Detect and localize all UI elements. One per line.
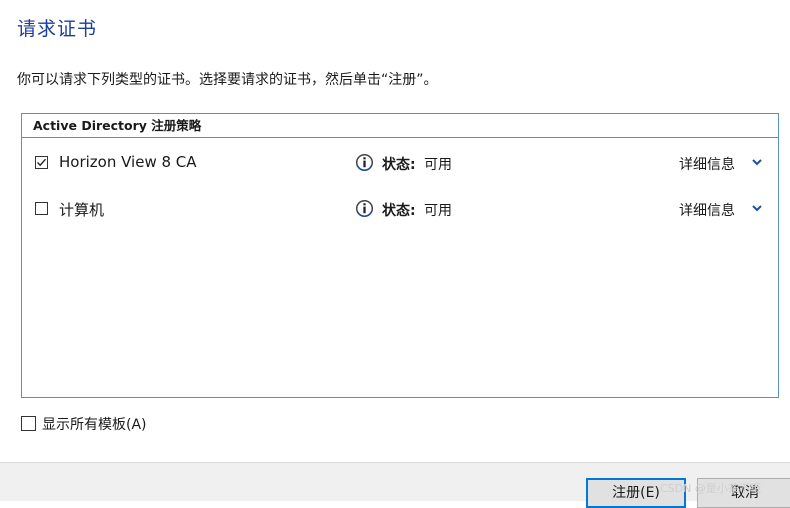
info-icon xyxy=(355,199,374,218)
info-icon xyxy=(355,153,374,172)
show-all-label: 显示所有模板(A) xyxy=(42,417,147,433)
cert-checkbox[interactable] xyxy=(35,156,48,169)
cert-row-horizon: Horizon View 8 CA 状态: 可用 详细信息 xyxy=(22,152,778,176)
details-link[interactable]: 详细信息 xyxy=(679,154,735,174)
cert-name: Horizon View 8 CA xyxy=(59,153,197,171)
checkmark-icon xyxy=(37,158,47,167)
enroll-button[interactable]: 注册(E) xyxy=(586,478,686,508)
cert-row-computer: 计算机 状态: 可用 详细信息 xyxy=(22,198,778,222)
footer-bar: 注册(E) 取消 CSDN @是小茶不哦 xyxy=(0,462,790,508)
details-link[interactable]: 详细信息 xyxy=(679,200,735,220)
chevron-down-icon[interactable] xyxy=(751,203,763,213)
show-all-checkbox[interactable] xyxy=(21,416,36,431)
status-value: 可用 xyxy=(424,157,452,173)
status-label: 状态: xyxy=(382,157,416,173)
cancel-button[interactable]: 取消 xyxy=(697,478,790,508)
cert-name: 计算机 xyxy=(59,201,105,219)
cert-checkbox[interactable] xyxy=(35,202,48,215)
instruction-text: 你可以请求下列类型的证书。选择要请求的证书，然后单击“注册”。 xyxy=(17,72,438,88)
policy-header: Active Directory 注册策略 xyxy=(22,114,778,138)
status-value: 可用 xyxy=(424,203,452,219)
page-title: 请求证书 xyxy=(17,18,98,40)
chevron-down-icon[interactable] xyxy=(751,157,763,167)
status-label: 状态: xyxy=(382,203,416,219)
enrollment-policy-panel: Active Directory 注册策略 Horizon View 8 CA … xyxy=(21,113,779,398)
